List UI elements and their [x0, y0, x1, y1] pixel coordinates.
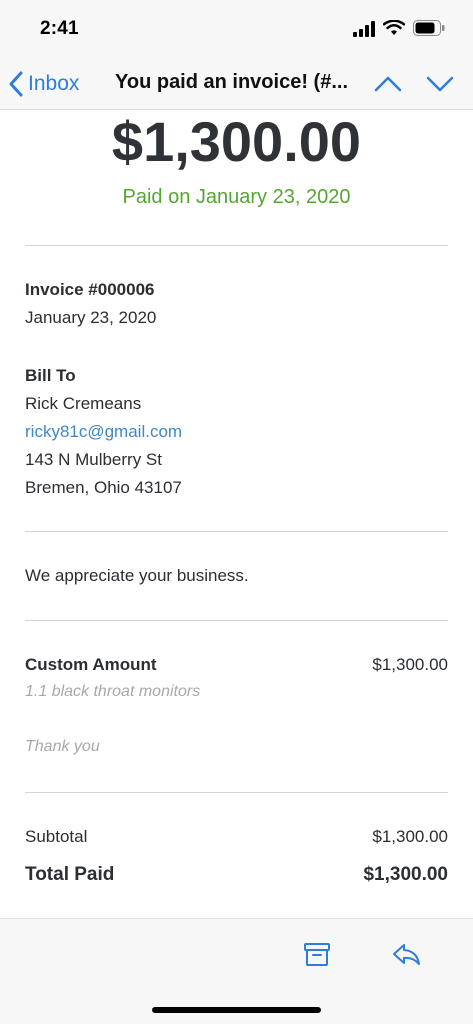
bottom-toolbar — [0, 918, 473, 1024]
divider — [25, 245, 448, 246]
thank-you-message: We appreciate your business. — [25, 566, 249, 585]
divider — [25, 531, 448, 532]
status-icons — [345, 18, 455, 40]
archive-button[interactable] — [302, 939, 332, 969]
chevron-down-icon — [426, 76, 454, 92]
status-time: 2:41 — [40, 18, 79, 39]
reply-button[interactable] — [391, 939, 421, 969]
invoice-number: Invoice #000006 — [25, 280, 155, 299]
back-button[interactable]: Inbox — [8, 68, 79, 100]
divider — [25, 620, 448, 621]
home-indicator[interactable] — [152, 1007, 321, 1013]
customer-email-link[interactable]: ricky81c@gmail.com — [25, 422, 182, 442]
customer-name: Rick Cremeans — [25, 394, 142, 413]
total-paid-value: $1,300.00 — [363, 864, 448, 885]
paid-amount: $1,300.00 — [111, 110, 362, 173]
battery-icon — [413, 20, 445, 36]
divider — [25, 792, 448, 793]
cellular-signal-icon — [353, 21, 375, 37]
nav-bar: Inbox You paid an invoice! (#... — [0, 58, 473, 110]
back-button-label: Inbox — [28, 72, 80, 95]
subtotal-label: Subtotal — [25, 827, 88, 846]
invoice-content: $1,300.00 Paid on January 23, 2020 Invoi… — [0, 110, 473, 918]
invoice-date: January 23, 2020 — [25, 308, 157, 327]
bill-to-label: Bill To — [25, 366, 76, 385]
total-paid-label: Total Paid — [25, 864, 115, 885]
wifi-icon — [383, 20, 405, 35]
archive-icon — [304, 943, 330, 966]
invoice-note: Thank you — [25, 738, 100, 755]
chevron-left-icon — [9, 71, 23, 97]
reply-icon — [393, 944, 420, 965]
chevron-up-icon — [374, 76, 402, 92]
line-item-name: Custom Amount — [25, 655, 157, 674]
next-message-button[interactable] — [425, 70, 455, 98]
line-item-description: 1.1 black throat monitors — [25, 683, 201, 700]
previous-message-button[interactable] — [373, 70, 403, 98]
address-line-2: Bremen, Ohio 43107 — [25, 478, 182, 497]
line-item-price: $1,300.00 — [372, 655, 448, 674]
nav-title: You paid an invoice! (#... — [115, 71, 348, 93]
subtotal-value: $1,300.00 — [372, 827, 448, 846]
status-bar: 2:41 — [0, 0, 473, 58]
address-line-1: 143 N Mulberry St — [25, 450, 162, 469]
paid-on-date: Paid on January 23, 2020 — [122, 186, 351, 208]
